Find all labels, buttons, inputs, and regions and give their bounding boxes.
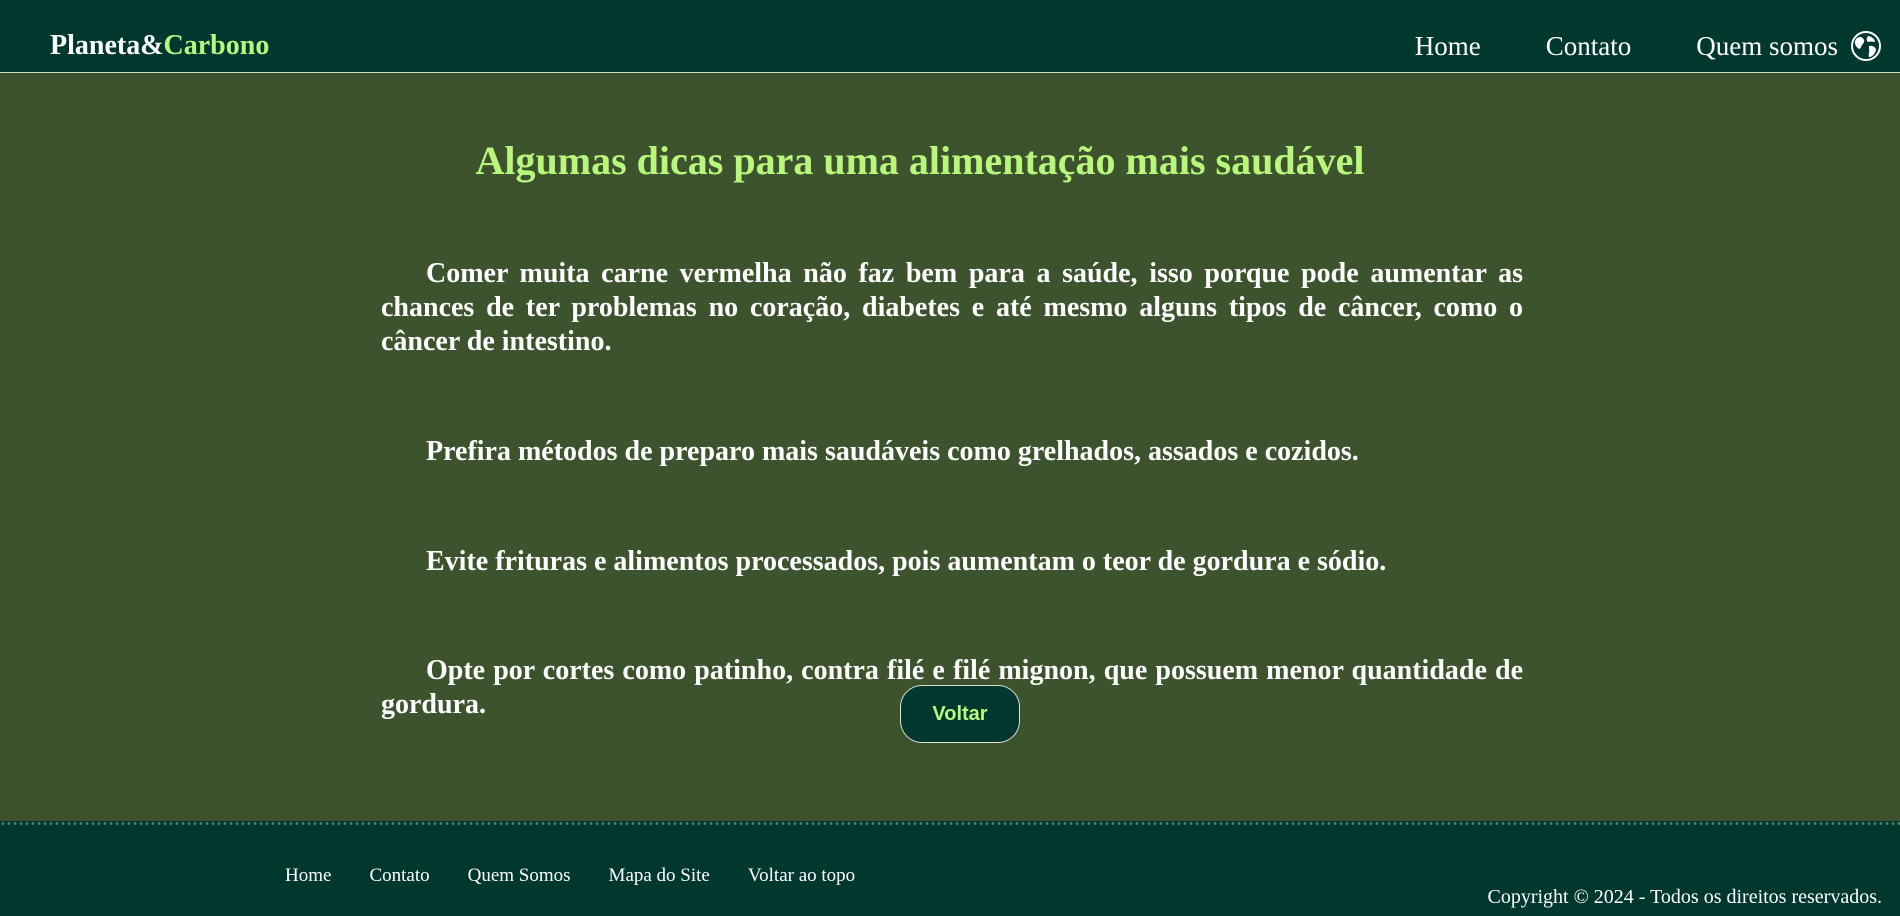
footer-link-home[interactable]: Home [285, 864, 331, 888]
footer-link-voltar-ao-topo[interactable]: Voltar ao topo [748, 864, 855, 888]
footer-link-mapa-do-site[interactable]: Mapa do Site [609, 864, 710, 888]
brand-name-part2: Carbono [163, 30, 270, 61]
site-header: Planeta&Carbono Home Contato Quem somos [0, 0, 1900, 73]
tip-paragraph: Comer muita carne vermelha não faz bem p… [381, 258, 1523, 357]
nav-link-quem-somos[interactable]: Quem somos [1696, 28, 1838, 64]
globe-icon[interactable] [1850, 30, 1882, 62]
copyright-text: Copyright © 2024 - Todos os direitos res… [1487, 886, 1882, 908]
nav-link-home[interactable]: Home [1415, 28, 1481, 64]
footer-divider [0, 821, 1900, 826]
site-footer: Home Contato Quem Somos Mapa do Site Vol… [0, 821, 1900, 916]
footer-link-quem-somos[interactable]: Quem Somos [468, 864, 571, 888]
tip-paragraph: Evite frituras e alimentos processados, … [426, 546, 1387, 577]
brand-name-part1: Planeta& [50, 30, 164, 61]
footer-nav: Home Contato Quem Somos Mapa do Site Vol… [285, 864, 893, 888]
tip-paragraph: Prefira métodos de preparo mais saudávei… [426, 436, 1359, 467]
voltar-button[interactable]: Voltar [900, 685, 1020, 743]
footer-link-contato[interactable]: Contato [369, 864, 429, 888]
page-title: Algumas dicas para uma alimentação mais … [475, 138, 1365, 183]
brand-logo[interactable]: Planeta&Carbono [50, 28, 269, 64]
main-nav: Home Contato Quem somos [1415, 28, 1900, 64]
nav-link-contato[interactable]: Contato [1546, 28, 1632, 64]
